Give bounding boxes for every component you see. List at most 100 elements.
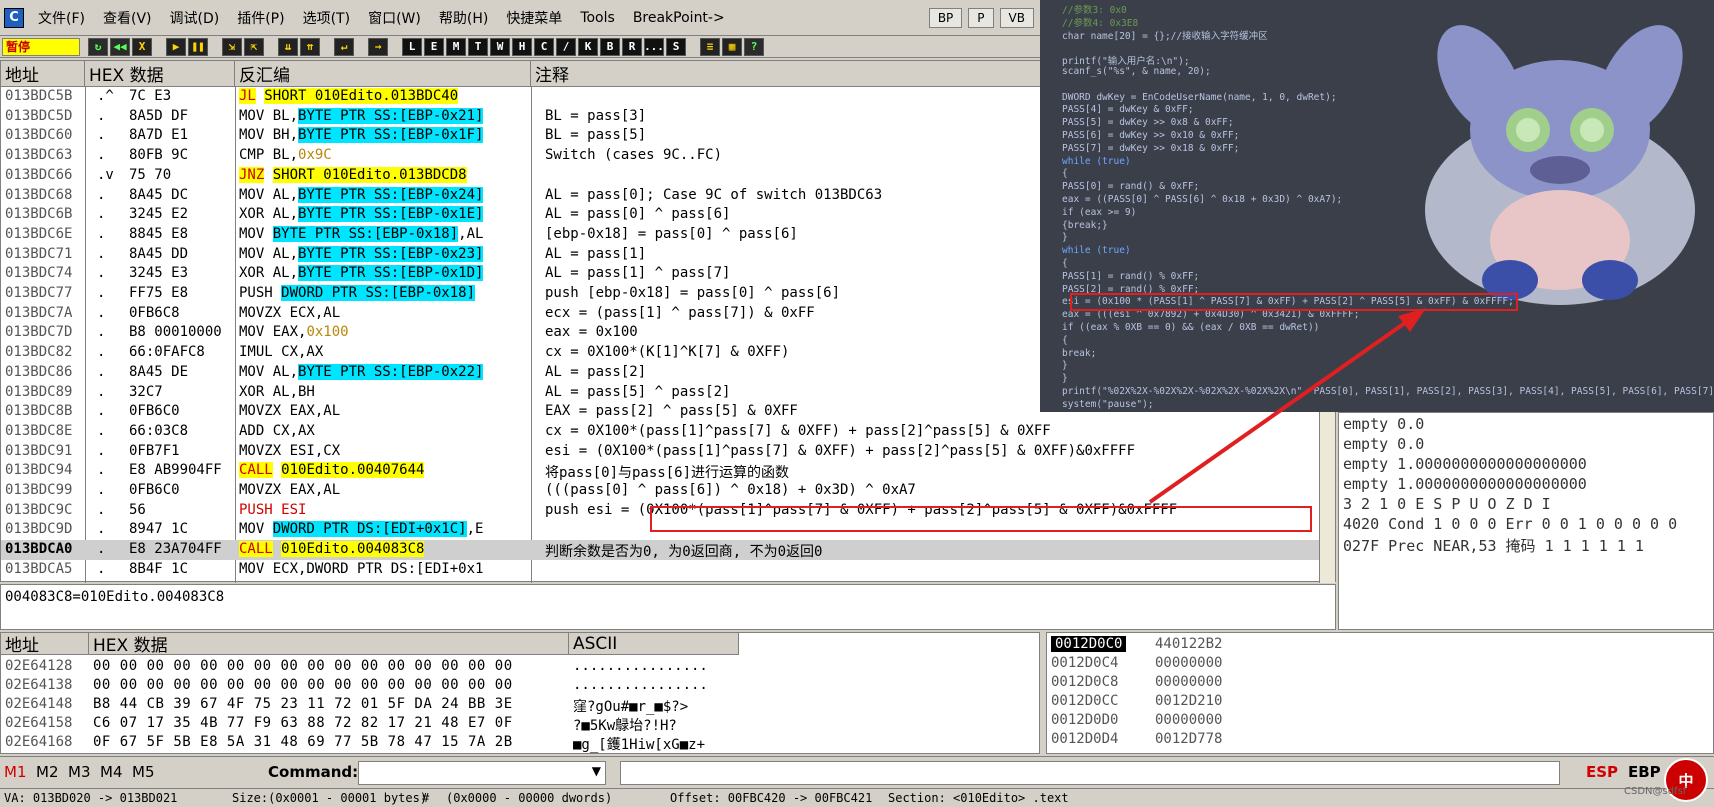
row-address: 013BDC5B — [5, 88, 73, 104]
disassembly-row[interactable]: 013BDCA5. 8B4F 1C MOV ECX,DWORD PTR DS:[ED… — [1, 560, 1321, 580]
handles-button[interactable]: H — [512, 37, 532, 56]
dump-header-hex[interactable]: HEX 数据 — [89, 633, 569, 656]
bp-button[interactable]: BP — [928, 7, 963, 28]
menu-help[interactable]: 帮助(H) — [431, 8, 496, 28]
disassembly-row[interactable]: 013BDC8E. 66:03C8 ADD CX,AX cx = 0X100*(pas… — [1, 422, 1321, 442]
row-address: 013BDC91 — [5, 442, 73, 459]
disassembly-row[interactable]: 013BDC91. 0FB7F1 MOVZX ESI,CX esi = (0X100*… — [1, 442, 1321, 462]
dump-header-ascii[interactable]: ASCII — [569, 633, 739, 655]
step-into-button[interactable]: ⇲ — [222, 37, 242, 56]
stack-row[interactable]: 0012D0CC 0012D210 — [1047, 692, 1687, 712]
tab-m4[interactable]: M4 — [100, 763, 123, 781]
cpu-button[interactable]: C — [534, 37, 554, 56]
header-disassembly[interactable]: 反汇编 — [235, 61, 531, 87]
pause-button[interactable]: ❚❚ — [188, 37, 208, 56]
fpu-prec-line[interactable]: 027F Prec NEAR,53 掩码 1 1 1 1 1 1 — [1343, 535, 1709, 555]
memory-map-button[interactable]: M — [446, 37, 466, 56]
trace-into-button[interactable]: ⇊ — [278, 37, 298, 56]
row-hex: 8947 1C — [129, 521, 189, 538]
row-address: 013BDC60 — [5, 127, 73, 144]
command-input[interactable]: ▼ — [358, 761, 606, 785]
command-output-field[interactable] — [620, 761, 1560, 785]
tab-m5[interactable]: M5 — [132, 763, 155, 781]
status-bar: VA: 013BD020 -> 013BD021 Size:(0x0001 - … — [0, 788, 1714, 807]
fpu-line[interactable]: empty 1.0000000000000000000 — [1343, 475, 1709, 495]
close-button[interactable]: X — [132, 37, 152, 56]
tab-m2[interactable]: M2 — [36, 763, 59, 781]
app-icon[interactable]: C — [4, 7, 24, 28]
threads-button[interactable]: T — [468, 37, 488, 56]
execute-till-return-button[interactable]: ↵ — [334, 37, 354, 56]
menu-shortcuts[interactable]: 快捷菜单 — [498, 8, 570, 28]
source-button[interactable]: S — [666, 37, 686, 56]
dump-row[interactable]: 02E64168 0F 67 5F 5B E8 5A 31 48 69 77 5B… — [1, 733, 1041, 753]
modules-button[interactable]: E — [424, 37, 444, 56]
menu-plugins[interactable]: 插件(P) — [229, 8, 292, 28]
patches-button[interactable]: / — [556, 37, 576, 56]
tab-m1[interactable]: M1 — [4, 763, 27, 781]
stack-value: 00000000 — [1155, 674, 1223, 690]
dump-row[interactable]: 02E64158 C6 07 17 35 4B 77 F9 63 88 72 82… — [1, 714, 1041, 734]
row-disassembly: MOV AL,BYTE PTR SS:[EBP-0x23] — [239, 245, 484, 262]
esp-button[interactable]: ESP — [1586, 763, 1618, 781]
stack-value: 00000000 — [1155, 712, 1223, 728]
stack-row[interactable]: 0012D0D0 00000000 — [1047, 711, 1687, 731]
fpu-line[interactable]: empty 1.0000000000000000000 — [1343, 455, 1709, 475]
ebp-button[interactable]: EBP — [1628, 763, 1661, 781]
menu-window[interactable]: 窗口(W) — [360, 8, 429, 28]
windows-button[interactable]: W — [490, 37, 510, 56]
rewind-button[interactable]: ◀◀ — [110, 37, 130, 56]
menu-view[interactable]: 查看(V) — [95, 8, 160, 28]
stack-row[interactable]: 0012D0D4 0012D778 — [1047, 730, 1687, 750]
menu-options[interactable]: 选项(T) — [295, 8, 358, 28]
trace-over-button[interactable]: ⇈ — [300, 37, 320, 56]
fpu-cond-line[interactable]: 4020 Cond 1 0 0 0 Err 0 0 1 0 0 0 0 0 — [1343, 515, 1709, 535]
stack-row[interactable]: 0012D0C4 00000000 — [1047, 654, 1687, 674]
disasm-operand: BYTE PTR SS:[EBP-0x18] — [272, 225, 459, 242]
fpu-line[interactable]: empty 0.0 — [1343, 435, 1709, 455]
log-window-button[interactable]: L — [402, 37, 422, 56]
overlay-code-line: { — [1062, 334, 1068, 346]
disasm-target: 010Edito.004083C8 — [281, 541, 425, 558]
chevron-down-icon[interactable]: ▼ — [592, 764, 601, 778]
menu-breakpoint[interactable]: BreakPoint-> — [625, 10, 733, 26]
call-stack-button[interactable]: K — [578, 37, 598, 56]
dump-row[interactable]: 02E64148 B8 44 CB 39 67 4F 75 23 11 72 01… — [1, 695, 1041, 715]
grid-icon[interactable]: ▦ — [722, 37, 742, 56]
restart-button[interactable]: ↻ — [88, 37, 108, 56]
breakpoints-button[interactable]: B — [600, 37, 620, 56]
header-hex[interactable]: HEX 数据 — [85, 61, 235, 87]
row-address: 013BDC77 — [5, 285, 73, 301]
step-over-button[interactable]: ⇱ — [244, 37, 264, 56]
disasm-prefix: IMUL CX,AX — [239, 344, 324, 361]
menu-debug[interactable]: 调试(D) — [162, 8, 228, 28]
references-button[interactable]: R — [622, 37, 642, 56]
dump-row[interactable]: 02E64128 00 00 00 00 00 00 00 00 00 00 00… — [1, 657, 1041, 677]
row-hex: E8 23A704FF — [129, 541, 222, 558]
list-icon[interactable]: ≡ — [700, 37, 720, 56]
menu-file[interactable]: 文件(F) — [30, 8, 93, 28]
disasm-prefix: MOVZX ESI,CX — [239, 442, 341, 459]
disasm-prefix: MOVZX ECX,AL — [239, 304, 341, 321]
dump-header-address[interactable]: 地址 — [1, 633, 89, 656]
stack-row[interactable]: 0012D0C8 00000000 — [1047, 673, 1687, 693]
disasm-operand: BYTE PTR SS:[EBP-0x22] — [298, 363, 484, 380]
p-button[interactable]: P — [968, 7, 994, 28]
run-button[interactable]: ▶ — [166, 37, 186, 56]
disassembly-row[interactable]: 013BDCA0. E8 23A704FF CALL 010Edito.004083… — [1, 540, 1321, 561]
stack-row[interactable]: 0012D0C0 440122B2 — [1047, 635, 1687, 655]
header-address[interactable]: 地址 — [1, 61, 85, 87]
disassembly-row[interactable]: 013BDC94. E8 AB9904FF CALL 010Edito.004076… — [1, 461, 1321, 481]
fpu-line[interactable]: empty 0.0 — [1343, 415, 1709, 435]
disasm-prefix: XOR AL, — [239, 206, 299, 223]
row-marker: . — [97, 127, 106, 144]
goto-button[interactable]: → — [368, 37, 388, 56]
run-trace-button[interactable]: ... — [644, 37, 664, 56]
row-comment: EAX = pass[2] ^ pass[5] & 0XFF — [545, 403, 798, 420]
vb-button[interactable]: VB — [999, 7, 1034, 28]
help-icon[interactable]: ? — [744, 37, 764, 56]
disassembly-row[interactable]: 013BDC99. 0FB6C0 MOVZX EAX,AL (((pass[0] ^ … — [1, 481, 1321, 501]
tab-m3[interactable]: M3 — [68, 763, 91, 781]
dump-row[interactable]: 02E64138 00 00 00 00 00 00 00 00 00 00 00… — [1, 676, 1041, 696]
menu-tools[interactable]: Tools — [572, 10, 623, 26]
